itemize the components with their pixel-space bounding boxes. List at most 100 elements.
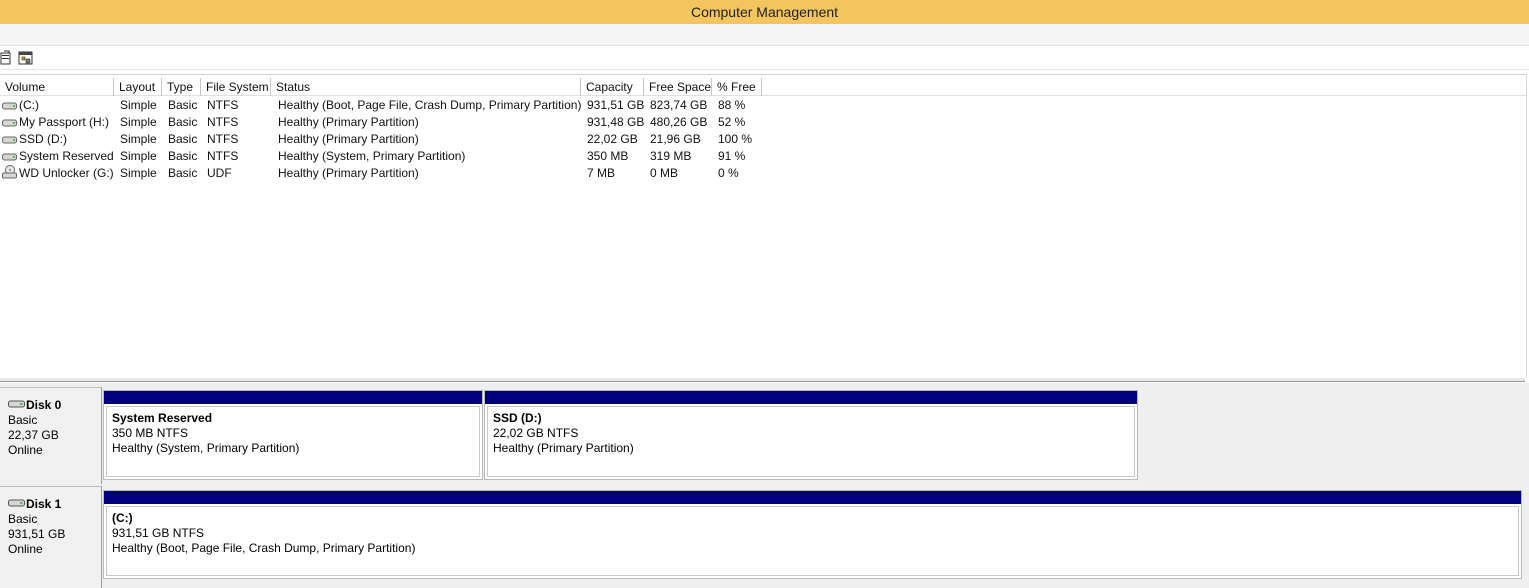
partition-name: System Reserved (112, 411, 213, 425)
volume-capacity: 931,48 GB (587, 115, 645, 129)
partition-system-reserved[interactable]: System Reserved 350 MB NTFS Healthy (Sys… (103, 390, 483, 480)
disk-name: Disk 1 (26, 497, 62, 511)
volume-type: Basic (168, 132, 198, 146)
partition-status: Healthy (Primary Partition) (493, 441, 634, 455)
disk-size: 931,51 GB (8, 527, 66, 541)
table-row[interactable]: (C:) Simple Basic NTFS Healthy (Boot, Pa… (0, 97, 1000, 114)
column-header-status[interactable]: Status (271, 78, 581, 96)
volume-free-space: 480,26 GB (650, 115, 708, 129)
window-title-bar[interactable]: Computer Management (0, 0, 1529, 24)
disk-state: Online (8, 542, 43, 556)
disk-0-partitions: System Reserved 350 MB NTFS Healthy (Sys… (103, 390, 1141, 486)
partition-status: Healthy (Boot, Page File, Crash Dump, Pr… (112, 541, 416, 555)
volume-name: WD Unlocker (G:) (19, 166, 114, 180)
column-header-file-system[interactable]: File System (201, 78, 271, 96)
disk-name: Disk 0 (26, 398, 62, 412)
volume-name: System Reserved (19, 149, 114, 163)
volume-pct-free: 52 % (718, 115, 746, 129)
volume-layout: Simple (120, 166, 157, 180)
volume-file-system: NTFS (207, 98, 239, 112)
volume-layout: Simple (120, 98, 157, 112)
table-row[interactable]: System Reserved Simple Basic NTFS Health… (0, 148, 1000, 165)
partition-name: (C:) (112, 511, 133, 525)
partition-status: Healthy (System, Primary Partition) (112, 441, 300, 455)
properties-icon[interactable] (0, 50, 16, 66)
partition-name: SSD (D:) (493, 411, 542, 425)
volume-layout: Simple (120, 149, 157, 163)
volume-layout: Simple (120, 132, 157, 146)
volume-layout: Simple (120, 115, 157, 129)
volume-pct-free: 0 % (718, 166, 739, 180)
toolbar (0, 46, 1529, 70)
volume-type: Basic (168, 166, 198, 180)
partition-size: 350 MB NTFS (112, 426, 189, 440)
disk-state: Online (8, 443, 43, 457)
pane-splitter[interactable] (0, 378, 1525, 382)
column-header-pct-free[interactable]: % Free (712, 78, 762, 96)
partition-bar (485, 391, 1137, 404)
column-header-volume[interactable]: Volume (0, 78, 114, 96)
column-header-free-space[interactable]: Free Space (644, 78, 712, 96)
disk-1-title: Disk 1 (8, 497, 101, 512)
partition-body: (C:) 931,51 GB NTFS Healthy (Boot, Page … (106, 506, 1519, 576)
disk-0-title: Disk 0 (8, 398, 101, 413)
partition-ssd-d[interactable]: SSD (D:) 22,02 GB NTFS Healthy (Primary … (484, 390, 1138, 480)
help-icon[interactable] (18, 50, 34, 66)
volume-type: Basic (168, 115, 198, 129)
volume-file-system: NTFS (207, 132, 239, 146)
volume-capacity: 350 MB (587, 149, 629, 163)
cd-drive-icon (2, 165, 17, 179)
partition-bar (104, 491, 1521, 504)
disk-icon (8, 398, 25, 413)
partition-bar (104, 391, 482, 404)
volume-capacity: 22,02 GB (587, 132, 638, 146)
volume-name: (C:) (19, 98, 39, 112)
volume-pct-free: 100 % (718, 132, 753, 146)
disk-kind: Basic (8, 413, 38, 427)
volume-free-space: 823,74 GB (650, 98, 708, 112)
volume-file-system: NTFS (207, 149, 239, 163)
disk-0-label[interactable]: Disk 0 Basic 22,37 GB Online (0, 387, 102, 484)
volume-file-system: UDF (207, 166, 232, 180)
disk-size: 22,37 GB (8, 428, 59, 442)
volume-name: SSD (D:) (19, 132, 67, 146)
volume-type: Basic (168, 149, 198, 163)
disk-1-label[interactable]: Disk 1 Basic 931,51 GB Online (0, 486, 102, 588)
drive-icon (2, 151, 17, 161)
volume-status: Healthy (Boot, Page File, Crash Dump, Pr… (278, 98, 582, 112)
drive-icon (2, 100, 17, 110)
column-header-capacity[interactable]: Capacity (581, 78, 644, 96)
table-row[interactable]: My Passport (H:) Simple Basic NTFS Healt… (0, 114, 1000, 131)
volume-status: Healthy (System, Primary Partition) (278, 149, 466, 163)
volume-pct-free: 88 % (718, 98, 746, 112)
volume-type: Basic (168, 98, 198, 112)
partition-body: SSD (D:) 22,02 GB NTFS Healthy (Primary … (487, 406, 1135, 477)
volume-capacity: 931,51 GB (587, 98, 645, 112)
menu-bar (0, 24, 1529, 46)
window-title: Computer Management (690, 4, 839, 20)
volume-list-header: Volume Layout Type File System Status Ca… (0, 78, 1526, 96)
volume-pct-free: 91 % (718, 149, 746, 163)
table-row[interactable]: SSD (D:) Simple Basic NTFS Healthy (Prim… (0, 131, 1000, 148)
volume-free-space: 319 MB (650, 149, 692, 163)
disk-icon (8, 497, 25, 512)
volume-free-space: 21,96 GB (650, 132, 701, 146)
partition-size: 931,51 GB NTFS (112, 526, 205, 540)
column-header-type[interactable]: Type (162, 78, 201, 96)
disk-map-pane: Disk 0 Basic 22,37 GB Online System Rese… (0, 383, 1529, 588)
volume-list[interactable]: Volume Layout Type File System Status Ca… (0, 74, 1527, 378)
disk-kind: Basic (8, 512, 38, 526)
partition-c[interactable]: (C:) 931,51 GB NTFS Healthy (Boot, Page … (103, 490, 1522, 579)
volume-name: My Passport (H:) (19, 115, 110, 129)
volume-capacity: 7 MB (587, 166, 616, 180)
partition-body: System Reserved 350 MB NTFS Healthy (Sys… (106, 406, 480, 477)
volume-free-space: 0 MB (650, 166, 679, 180)
column-header-layout[interactable]: Layout (114, 78, 162, 96)
volume-file-system: NTFS (207, 115, 239, 129)
volume-status: Healthy (Primary Partition) (278, 115, 419, 129)
drive-icon (2, 134, 17, 144)
table-row[interactable]: WD Unlocker (G:) Simple Basic UDF Health… (0, 165, 1000, 182)
volume-status: Healthy (Primary Partition) (278, 166, 419, 180)
disk-1-partitions: (C:) 931,51 GB NTFS Healthy (Boot, Page … (103, 490, 1523, 580)
volume-status: Healthy (Primary Partition) (278, 132, 419, 146)
